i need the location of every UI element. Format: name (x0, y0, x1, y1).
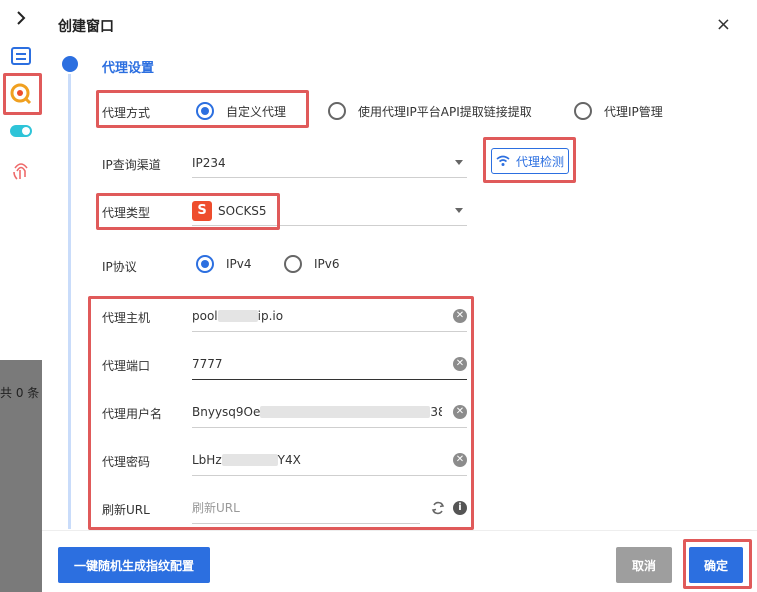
radio-dot (328, 102, 346, 120)
ip-protocol-label: IP协议 (102, 260, 137, 274)
proxy-check-button[interactable]: 代理检测 (491, 148, 569, 174)
clear-icon[interactable]: ✕ (453, 453, 467, 467)
ip-channel-label: IP查询渠道 (102, 158, 161, 172)
refresh-icon[interactable] (431, 501, 445, 518)
radio-api-extract-label: 使用代理IP平台API提取链接提取 (358, 104, 532, 119)
radio-ipv6-label: IPv6 (314, 257, 340, 271)
create-window-dialog: 创建窗口 × 代理设置 代理方式 自定义代理 使用代理IP平台API提取链接提取… (42, 0, 757, 592)
ok-button[interactable]: 确定 (689, 547, 743, 583)
proxy-password-label: 代理密码 (102, 455, 151, 469)
cancel-button[interactable]: 取消 (616, 547, 672, 583)
radio-ipv4-label: IPv4 (226, 257, 252, 271)
settings-sliders-icon[interactable] (0, 38, 42, 74)
radio-api-extract[interactable]: 使用代理IP平台API提取链接提取 (328, 102, 532, 120)
clear-icon[interactable]: ✕ (453, 405, 467, 419)
radio-custom-proxy-label: 自定义代理 (226, 104, 287, 119)
expand-chevron-icon[interactable] (0, 0, 42, 36)
dialog-title: 创建窗口 (58, 19, 114, 35)
info-icon[interactable]: i (453, 501, 467, 515)
proxy-user-label: 代理用户名 (102, 407, 163, 421)
radio-ipv6[interactable]: IPv6 (284, 255, 340, 273)
ip-channel-select[interactable]: IP234 (192, 148, 467, 178)
timeline-dot (62, 56, 78, 72)
proxy-host-input[interactable]: pool ip.io ✕ (192, 300, 467, 332)
proxy-type-value: SOCKS5 (218, 203, 267, 218)
refresh-url-placeholder: 刷新URL (192, 501, 240, 515)
clear-icon[interactable]: ✕ (453, 309, 467, 323)
radio-custom-proxy[interactable]: 自定义代理 (196, 102, 286, 120)
radio-dot (284, 255, 302, 273)
proxy-host-value: pool ip.io (192, 308, 284, 323)
proxy-port-label: 代理端口 (102, 359, 151, 373)
dialog-footer: 一键随机生成指纹配置 取消 确定 (42, 530, 757, 592)
socks-logo-icon: S (192, 200, 212, 221)
dropdown-arrow-icon (455, 208, 463, 213)
radio-dot (196, 255, 214, 273)
mini-sidebar (0, 0, 42, 360)
proxy-mode-label: 代理方式 (102, 106, 151, 120)
ip-channel-value: IP234 (192, 155, 226, 170)
wifi-icon (496, 155, 510, 166)
refresh-url-input[interactable]: 刷新URL (192, 492, 420, 524)
proxy-port-value: 7777 (192, 356, 223, 371)
random-fingerprint-button[interactable]: 一键随机生成指纹配置 (58, 547, 210, 583)
dropdown-arrow-icon (455, 160, 463, 165)
radio-proxy-ip-manage-label: 代理IP管理 (604, 104, 663, 119)
proxy-password-input[interactable]: LbHz Y4X ✕ (192, 444, 467, 476)
radio-dot (574, 102, 592, 120)
proxy-type-select[interactable]: S SOCKS5 (192, 196, 467, 226)
proxy-user-value: Bnyysq9Oe3810 (192, 404, 442, 419)
proxy-port-input[interactable]: 7777 ✕ (192, 348, 467, 380)
radio-ipv4[interactable]: IPv4 (196, 255, 252, 273)
total-count: 共 0 条 (0, 386, 40, 400)
proxy-password-value: LbHz Y4X (192, 452, 301, 467)
section-title: 代理设置 (102, 61, 155, 76)
fingerprint-icon[interactable] (0, 152, 42, 188)
timeline-line (68, 74, 71, 529)
proxy-search-icon[interactable] (0, 76, 42, 112)
proxy-user-input[interactable]: Bnyysq9Oe3810 ✕ (192, 396, 467, 428)
toggle-icon[interactable] (0, 113, 42, 149)
proxy-host-label: 代理主机 (102, 311, 151, 325)
radio-proxy-ip-manage[interactable]: 代理IP管理 (574, 102, 663, 120)
close-icon[interactable]: × (716, 14, 731, 35)
radio-dot (196, 102, 214, 120)
proxy-type-label: 代理类型 (102, 206, 151, 220)
clear-icon[interactable]: ✕ (453, 357, 467, 371)
refresh-url-label: 刷新URL (102, 503, 150, 517)
proxy-check-label: 代理检测 (515, 154, 564, 169)
